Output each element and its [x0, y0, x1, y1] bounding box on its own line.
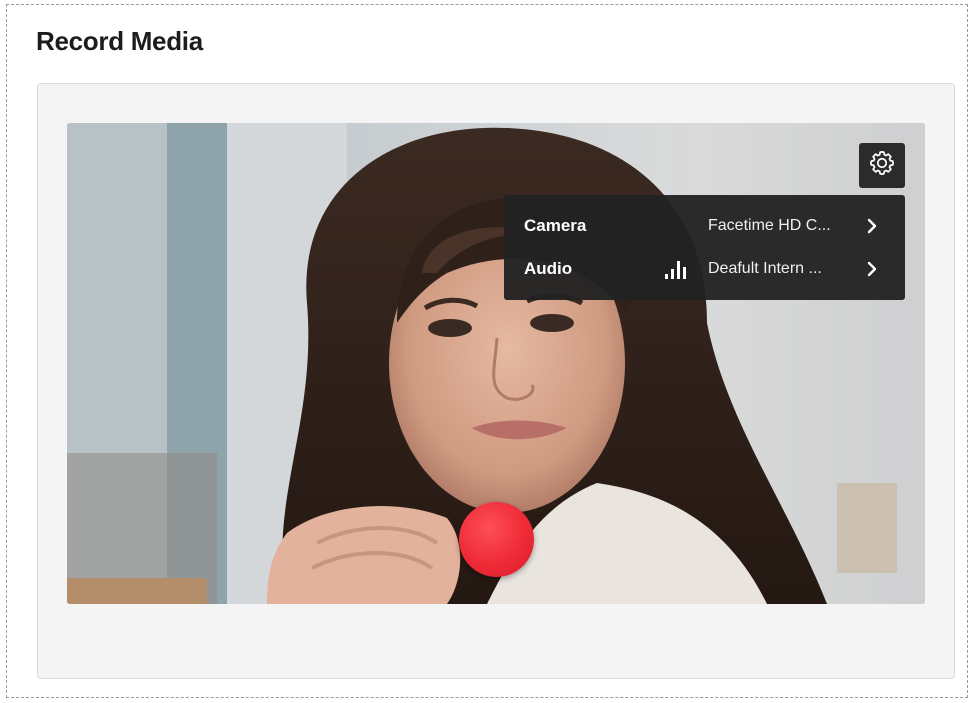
chevron-right-icon [866, 261, 878, 282]
audio-value: Deafult Intern ... [708, 260, 822, 277]
gear-icon [868, 149, 896, 182]
audio-label: Audio [524, 259, 573, 278]
record-button[interactable] [459, 502, 534, 577]
page-title: Record Media [36, 26, 203, 56]
audio-setting-row[interactable]: Audio Deafult Intern ... [504, 250, 905, 290]
audio-level-icon [664, 258, 690, 285]
settings-menu: Camera Facetime HD C... Audio Deafult In… [504, 195, 905, 300]
settings-button[interactable] [859, 143, 905, 188]
camera-label: Camera [524, 216, 587, 235]
camera-value: Facetime HD C... [708, 217, 831, 234]
camera-setting-row[interactable]: Camera Facetime HD C... [504, 207, 905, 247]
chevron-right-icon [866, 218, 878, 239]
